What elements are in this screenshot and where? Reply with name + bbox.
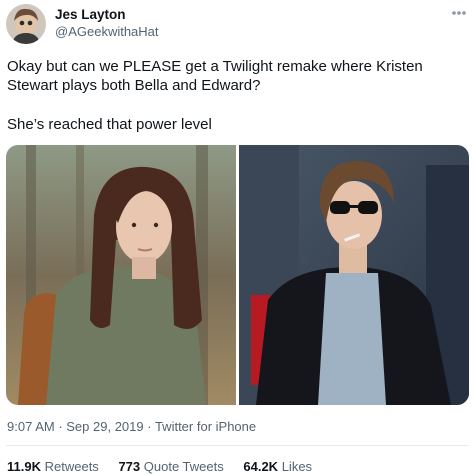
tweet-text-line-2: Stewart plays both Bella and Edward? [7,77,261,94]
tweet-time[interactable]: 9:07 AM [7,419,55,434]
tweet-text-line-3: She’s reached that power level [7,116,212,133]
retweets-count: 11.9K [7,459,41,474]
tweet-meta: 9:07 AM · Sep 29, 2019 · Twitter for iPh… [7,419,256,434]
avatar-image [6,4,46,44]
quote-tweets-label: Quote Tweets [143,459,224,474]
quote-tweets-count: 773 [118,459,141,474]
tweet-source[interactable]: Twitter for iPhone [155,419,256,434]
retweets-label: Retweets [44,459,99,474]
tweet-text-line-1: Okay but can we PLEASE get a Twilight re… [7,58,423,75]
author-name[interactable]: Jes Layton [55,7,126,22]
likes-count: 64.2K [243,459,279,474]
author-avatar[interactable] [6,4,46,44]
likes-stat[interactable]: 64.2K Likes [243,459,312,474]
meta-separator: · [143,419,155,434]
tweet-photos [6,145,469,405]
tweet-card: Jes Layton @AGeekwithaHat Okay but can w… [0,0,474,475]
tweet-date[interactable]: Sep 29, 2019 [66,419,143,434]
author-handle[interactable]: @AGeekwithaHat [55,24,159,39]
left-photo [6,145,236,405]
tweet-stats: 11.9K Retweets 773 Quote Tweets 64.2K Li… [7,459,328,474]
more-options-icon[interactable] [450,6,468,20]
tweet-media[interactable] [6,145,469,405]
retweets-stat[interactable]: 11.9K Retweets [7,459,99,474]
divider [6,445,469,446]
meta-separator: · [54,419,67,434]
likes-label: Likes [281,459,313,474]
quote-tweets-stat[interactable]: 773 Quote Tweets [118,459,223,474]
right-photo [239,145,469,405]
